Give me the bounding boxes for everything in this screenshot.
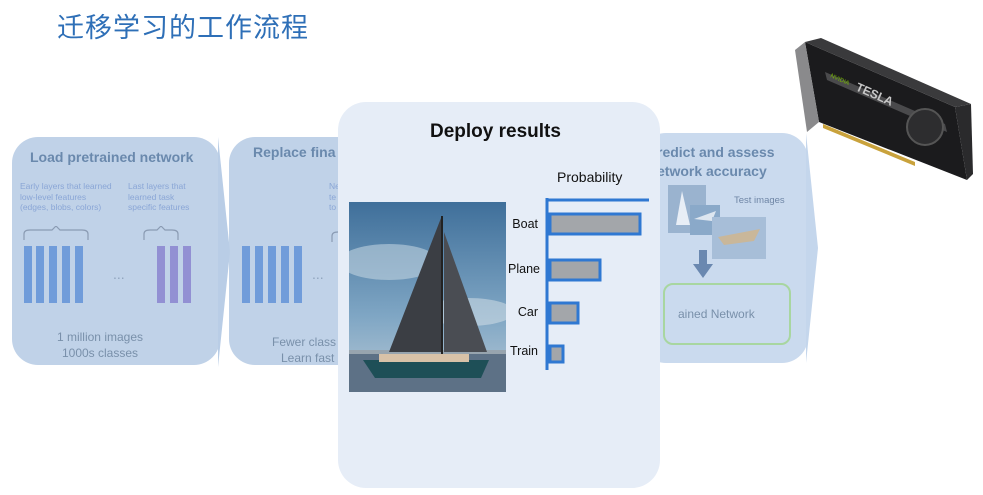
probability-bar-train xyxy=(548,344,565,364)
label-train: Train xyxy=(509,344,538,358)
probability-bar-car xyxy=(548,301,580,325)
last-layer-bar xyxy=(183,246,191,303)
early-layer-bar xyxy=(49,246,57,303)
early-layer-bar xyxy=(24,246,32,303)
layer-bar xyxy=(242,246,250,303)
layer-bar xyxy=(294,246,302,303)
early-layer-bar xyxy=(36,246,44,303)
panel2-bottom-text: Fewer class Learn fast xyxy=(272,335,337,365)
label-boat: Boat xyxy=(512,217,538,231)
sailboat-photo xyxy=(349,202,506,392)
label-car: Car xyxy=(517,305,538,319)
layers-ellipsis: ... xyxy=(113,266,125,282)
panel1-title: Load pretrained network xyxy=(30,149,194,165)
panel3-title: redict and assess etwork accuracy xyxy=(657,144,775,179)
layer-braces xyxy=(23,226,179,240)
last-layer-bar xyxy=(157,246,165,303)
last-layer-bar xyxy=(170,246,178,303)
page-title: 迁移学习的工作流程 xyxy=(57,13,309,44)
layer-bar xyxy=(268,246,276,303)
early-layers-note: Early layers that learned low-level featu… xyxy=(20,181,112,212)
last-layers-note: Last layers that learned task specific fea… xyxy=(128,181,190,212)
panel2-title: Replace fina xyxy=(253,144,336,160)
nvidia-tesla-gpu-image: TESLA NVIDIA xyxy=(795,38,973,180)
deploy-title: Deploy results xyxy=(430,121,561,142)
panel1-bottom-text: 1 million images 1000s classes xyxy=(56,330,144,360)
trained-network-label: ained Network xyxy=(678,307,755,321)
layer-bar xyxy=(255,246,263,303)
label-plane: Plane xyxy=(508,262,540,276)
probability-label: Probability xyxy=(557,169,623,185)
layer-bar xyxy=(281,246,289,303)
early-layer-bar xyxy=(62,246,70,303)
down-arrow-icon xyxy=(693,250,713,278)
probability-bar-plane xyxy=(548,258,602,282)
layers-ellipsis: ... xyxy=(312,266,324,282)
probability-bar-boat xyxy=(548,212,642,236)
test-images-label: Test images xyxy=(734,195,785,206)
early-layer-bar xyxy=(75,246,83,303)
